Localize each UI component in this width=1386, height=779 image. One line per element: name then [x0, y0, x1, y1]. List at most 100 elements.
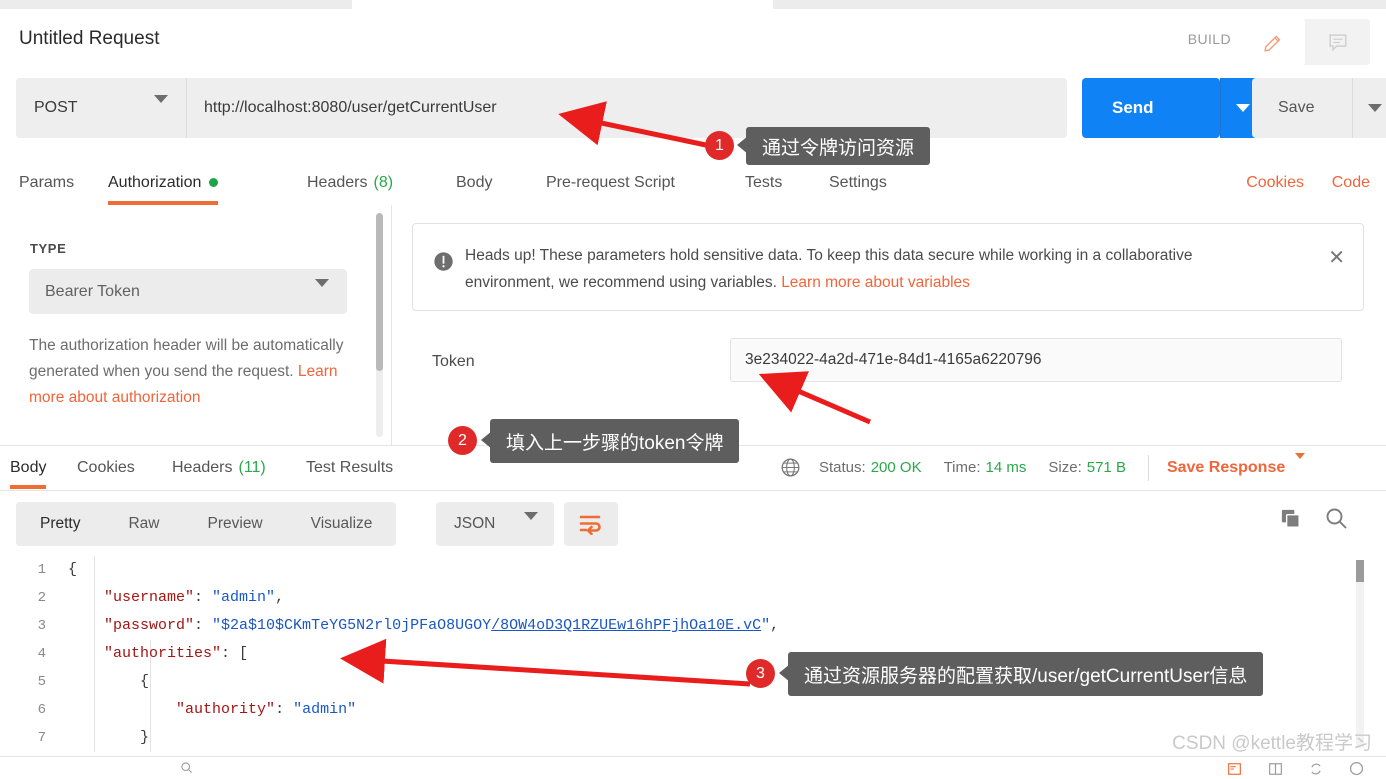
method-label: POST [34, 99, 78, 116]
line-number: 6 [37, 702, 46, 718]
layout-icon[interactable] [1268, 762, 1283, 776]
chevron-down-icon [1295, 452, 1306, 477]
time-value: 14 ms [985, 459, 1027, 476]
warning-learn-more-link[interactable]: Learn more about variables [781, 274, 970, 291]
postman-window: Untitled Request BUILD POST http://local… [0, 0, 1386, 779]
tab-label: Pre-request Script [546, 173, 675, 191]
save-label: Save [1278, 99, 1315, 116]
tab-label: Headers [172, 458, 233, 476]
word-wrap-icon [579, 515, 601, 535]
tab-pre-request-script[interactable]: Pre-request Script [546, 160, 675, 205]
json-line: 2 "username": "admin", [16, 584, 1370, 612]
code-label: Code [1331, 173, 1370, 191]
size-value: 571 B [1086, 459, 1126, 476]
search-icon[interactable] [1324, 506, 1348, 530]
tab-label: Test Results [306, 458, 394, 476]
annotation-tip-1 [737, 136, 748, 154]
pencil-icon-button[interactable] [1240, 19, 1305, 65]
exclamation-circle-icon [434, 252, 453, 271]
tab-settings[interactable]: Settings [829, 160, 887, 205]
save-button[interactable]: Save [1252, 78, 1352, 138]
save-response-label: Save Response [1166, 458, 1286, 476]
tab-label: Settings [829, 173, 887, 191]
json-line: 7 } [16, 724, 1370, 752]
chevron-down-icon [524, 512, 538, 538]
annotation-tip-3 [779, 664, 790, 682]
json-code: "username": "admin", [104, 589, 285, 606]
scrollbar-thumb[interactable] [1356, 560, 1364, 582]
method-select[interactable]: POST [16, 78, 186, 138]
view-raw[interactable]: Raw [104, 502, 183, 546]
tab-label: Cookies [77, 458, 135, 476]
annotation-badge-1: 1 [705, 131, 734, 160]
format-select[interactable]: JSON [436, 502, 554, 546]
save-options-button[interactable] [1352, 78, 1386, 138]
response-actions [1279, 506, 1348, 530]
annotation-badge-3: 3 [746, 659, 775, 688]
tab-label: Authorization [108, 173, 202, 191]
tab-authorization[interactable]: Authorization [108, 160, 219, 205]
response-body-toolbar: Pretty Raw Preview Visualize JSON [16, 498, 1370, 548]
authorization-type-panel: TYPE Bearer Token The authorization head… [0, 205, 392, 445]
annotation-callout-2: 填入上一步骤的token令牌 [490, 419, 740, 463]
help-icon[interactable] [1349, 761, 1364, 776]
close-icon[interactable]: ✕ [1328, 248, 1345, 268]
scrollbar-thumb[interactable] [376, 213, 383, 371]
annotation-arrow-2 [758, 371, 871, 425]
console-icon[interactable] [1227, 762, 1242, 776]
chevron-down-icon [1236, 104, 1250, 112]
code-link[interactable]: Code [1332, 160, 1370, 205]
tab-params[interactable]: Params [19, 160, 74, 205]
time-label: Time: [943, 459, 981, 476]
tab-body[interactable]: Body [456, 160, 492, 205]
request-header: Untitled Request BUILD [0, 9, 1386, 69]
size-label: Size: [1048, 459, 1082, 476]
view-pretty[interactable]: Pretty [16, 502, 104, 546]
green-dot-icon [209, 178, 219, 187]
format-value: JSON [454, 515, 496, 532]
sync-icon[interactable] [1309, 762, 1323, 776]
chevron-down-icon [154, 95, 168, 121]
annotation-badge-2: 2 [448, 426, 477, 455]
json-code: "authority": "admin" [176, 701, 357, 718]
page-title: Untitled Request [19, 28, 160, 49]
watermark: CSDN @kettle教程学习 [1172, 733, 1372, 754]
tab-tests[interactable]: Tests [745, 160, 782, 205]
json-code: "password": "$2a$10$CKmTeYG5N2rl0jPFaO8U… [104, 617, 780, 634]
url-value: http://localhost:8080/user/getCurrentUse… [204, 99, 497, 116]
globe-icon [781, 458, 800, 477]
copy-icon[interactable] [1279, 507, 1302, 530]
auth-panel-scrollbar[interactable] [376, 213, 383, 437]
send-button[interactable]: Send [1082, 78, 1220, 138]
tab-label: Params [19, 173, 75, 191]
divider [1147, 454, 1149, 481]
save-response-button[interactable]: Save Response [1166, 452, 1306, 477]
word-wrap-button[interactable] [564, 502, 618, 546]
view-visualize[interactable]: Visualize [287, 502, 397, 546]
auth-description: The authorization header will be automat… [29, 333, 349, 411]
find-icon[interactable] [180, 761, 193, 774]
cookies-link[interactable]: Cookies [1246, 160, 1304, 205]
auth-description-text: The authorization header will be automat… [29, 337, 344, 380]
response-tab-headers[interactable]: Headers (11) [172, 446, 266, 489]
view-preview[interactable]: Preview [184, 502, 287, 546]
comment-icon-button[interactable] [1305, 19, 1370, 65]
time-meta: Time: 14 ms [944, 459, 1027, 476]
tab-headers[interactable]: Headers (8) [307, 160, 393, 205]
json-scrollbar[interactable] [1356, 560, 1364, 748]
response-tab-test-results[interactable]: Test Results [306, 446, 393, 489]
auth-type-value: Bearer Token [45, 282, 140, 300]
response-tab-cookies[interactable]: Cookies [77, 446, 135, 489]
response-tab-body[interactable]: Body [10, 446, 47, 489]
tab-label: Headers [307, 173, 368, 191]
line-number: 2 [37, 590, 46, 606]
json-code: } [68, 729, 150, 746]
status-meta: Status: 200 OK [819, 459, 922, 476]
status-label: Status: [819, 459, 866, 476]
tab-label: Body [10, 458, 47, 476]
size-meta: Size: 571 B [1048, 459, 1126, 476]
annotation-callout-3: 通过资源服务器的配置获取/user/getCurrentUser信息 [788, 652, 1264, 696]
auth-type-select[interactable]: Bearer Token [29, 269, 347, 314]
cookies-label: Cookies [1246, 173, 1304, 191]
status-value: 200 OK [870, 459, 922, 476]
